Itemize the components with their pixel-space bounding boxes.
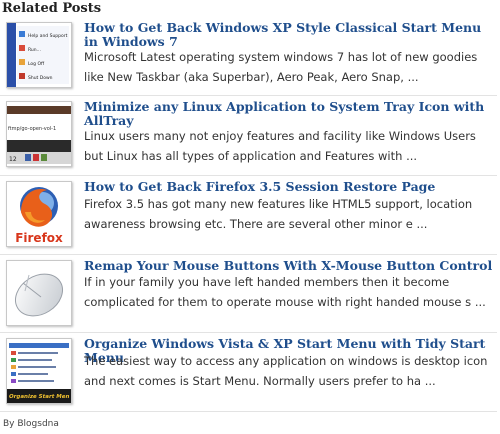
- computer-mouse-icon: [7, 261, 71, 325]
- related-posts-list: Help and Support Run... Log Off Shut Dow…: [0, 17, 500, 412]
- post-title-link[interactable]: How to Get Back Windows XP Style Classic…: [84, 21, 494, 49]
- svg-text:Organize Start Men: Organize Start Men: [9, 394, 69, 400]
- post-thumbnail[interactable]: [6, 260, 72, 326]
- post-excerpt: Linux users many not enjoy features and …: [84, 129, 476, 163]
- firefox-logo-icon: Firefox: [7, 182, 71, 246]
- svg-text:ftmp/go-open-vol-1: ftmp/go-open-vol-1: [8, 126, 56, 132]
- post-excerpt: Microsoft Latest operating system window…: [84, 50, 478, 84]
- start-menu-screenshot-icon: Help and Support Run... Log Off Shut Dow…: [7, 23, 71, 87]
- tidy-start-menu-screenshot-icon: Organize Start Men: [7, 339, 71, 403]
- post-excerpt: If in your family you have left handed m…: [84, 275, 486, 309]
- terminal-screenshot-icon: ftmp/go-open-vol-1 12: [7, 102, 71, 166]
- related-post-item: Help and Support Run... Log Off Shut Dow…: [0, 17, 497, 96]
- svg-text:Help and Support: Help and Support: [28, 33, 68, 39]
- svg-text:Run...: Run...: [28, 47, 41, 53]
- related-post-item: ftmp/go-open-vol-1 12 Minimize any Linux…: [0, 96, 497, 176]
- svg-text:12: 12: [9, 156, 17, 163]
- post-thumbnail[interactable]: Organize Start Men: [6, 338, 72, 404]
- related-post-item: Firefox How to Get Back Firefox 3.5 Sess…: [0, 176, 497, 255]
- svg-text:Firefox: Firefox: [15, 231, 63, 245]
- post-title-link[interactable]: How to Get Back Firefox 3.5 Session Rest…: [84, 180, 494, 194]
- related-post-item: Organize Start Men Organize Windows Vist…: [0, 333, 497, 412]
- post-title-link[interactable]: Minimize any Linux Application to System…: [84, 100, 494, 128]
- svg-text:Log Off: Log Off: [28, 61, 45, 67]
- post-thumbnail[interactable]: Firefox: [6, 181, 72, 247]
- post-title-link[interactable]: Remap Your Mouse Buttons With X-Mouse Bu…: [84, 259, 494, 273]
- post-excerpt: The easiest way to access any applicatio…: [84, 354, 488, 388]
- post-thumbnail[interactable]: ftmp/go-open-vol-1 12: [6, 101, 72, 167]
- post-excerpt: Firefox 3.5 has got many new features li…: [84, 197, 473, 231]
- svg-text:Shut Down: Shut Down: [28, 75, 53, 81]
- related-post-item: Remap Your Mouse Buttons With X-Mouse Bu…: [0, 255, 497, 333]
- post-thumbnail[interactable]: Help and Support Run... Log Off Shut Dow…: [6, 22, 72, 88]
- credit-link[interactable]: By Blogsdna: [3, 419, 59, 429]
- related-posts-heading: Related Posts: [2, 1, 102, 16]
